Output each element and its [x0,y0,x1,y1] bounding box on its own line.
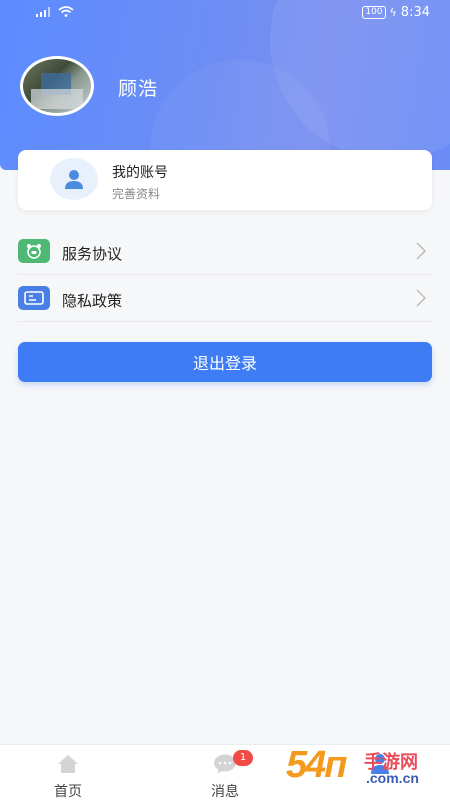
charging-icon: ϟ [389,6,397,19]
menu-item-service-agreement[interactable]: 服务协议 [18,228,432,275]
menu-label: 隐私政策 [62,292,123,310]
settings-menu: 服务协议 隐私政策 [0,228,450,322]
user-icon [50,158,98,200]
signal-icon [36,6,50,20]
logout-button[interactable]: 退出登录 [18,342,432,382]
status-bar: 100 ϟ 8:34 [0,0,450,28]
nav-messages[interactable]: 1 消息 [175,750,275,800]
account-subtitle: 完善资料 [112,187,161,201]
account-title: 我的账号 [112,165,168,181]
agreement-icon [18,239,50,263]
home-icon [56,753,80,779]
chevron-right-icon [416,289,427,311]
nav-messages-label: 消息 [211,784,239,800]
battery-indicator: 100 [362,6,386,19]
menu-item-privacy-policy[interactable]: 隐私政策 [18,275,432,322]
nav-home-label: 首页 [54,784,82,800]
wifi-icon [58,6,74,20]
message-badge: 1 [233,750,253,766]
avatar[interactable] [20,56,94,116]
my-account-card[interactable]: 我的账号 完善资料 [18,150,432,210]
watermark-number: 54п [286,744,348,786]
nav-home[interactable]: 首页 [18,751,118,800]
site-watermark: 54п 手游网 .com.cn [286,744,446,794]
privacy-icon [18,286,50,310]
clock: 8:34 [400,5,430,20]
menu-label: 服务协议 [62,245,123,263]
username: 顾浩 [118,78,159,100]
watermark-site: .com.cn [366,770,419,786]
chevron-right-icon [416,242,427,264]
